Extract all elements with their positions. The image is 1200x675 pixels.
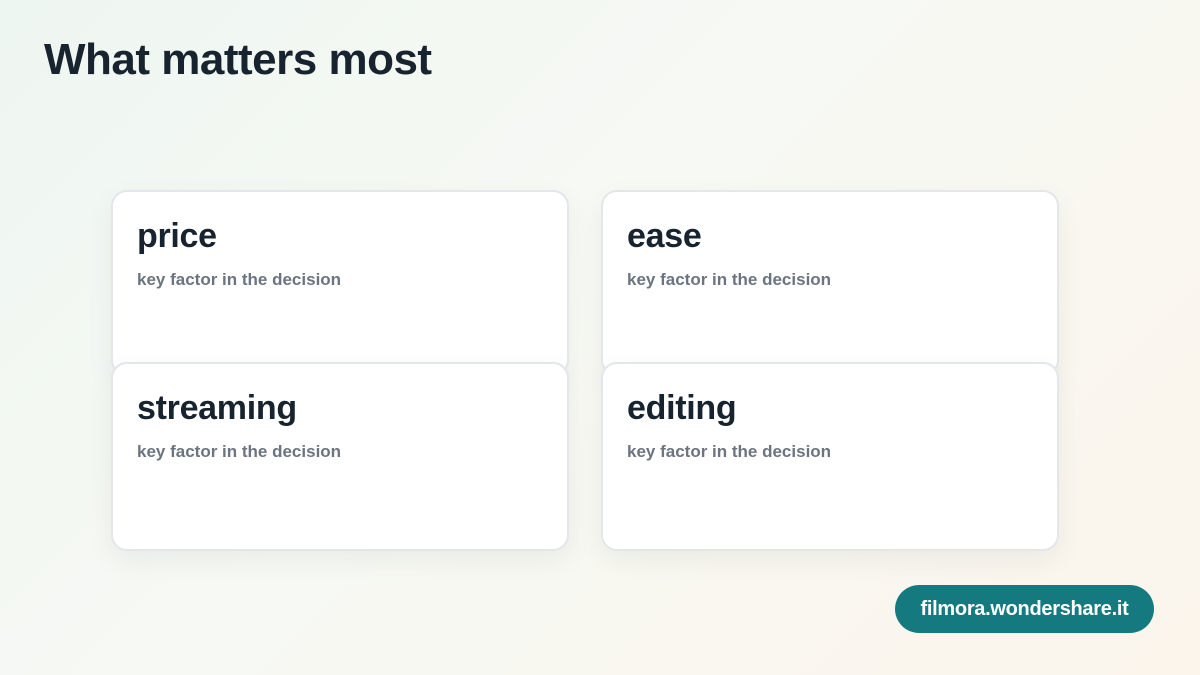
card-title: editing <box>627 389 737 427</box>
card-title: price <box>137 217 217 255</box>
factor-card-price: price key factor in the decision <box>111 190 569 376</box>
factor-card-editing: editing key factor in the decision <box>601 362 1059 551</box>
card-title: ease <box>627 217 702 255</box>
card-subtitle: key factor in the decision <box>137 270 342 289</box>
factor-card-streaming: streaming key factor in the decision <box>111 362 569 551</box>
card-subtitle: key factor in the decision <box>627 442 832 461</box>
page-title: What matters most <box>44 35 432 84</box>
card-subtitle: key factor in the decision <box>627 270 832 289</box>
factor-card-ease: ease key factor in the decision <box>601 190 1059 376</box>
brand-url-badge: filmora.wondershare.it <box>895 585 1154 633</box>
card-title: streaming <box>137 389 297 427</box>
card-subtitle: key factor in the decision <box>137 442 342 461</box>
